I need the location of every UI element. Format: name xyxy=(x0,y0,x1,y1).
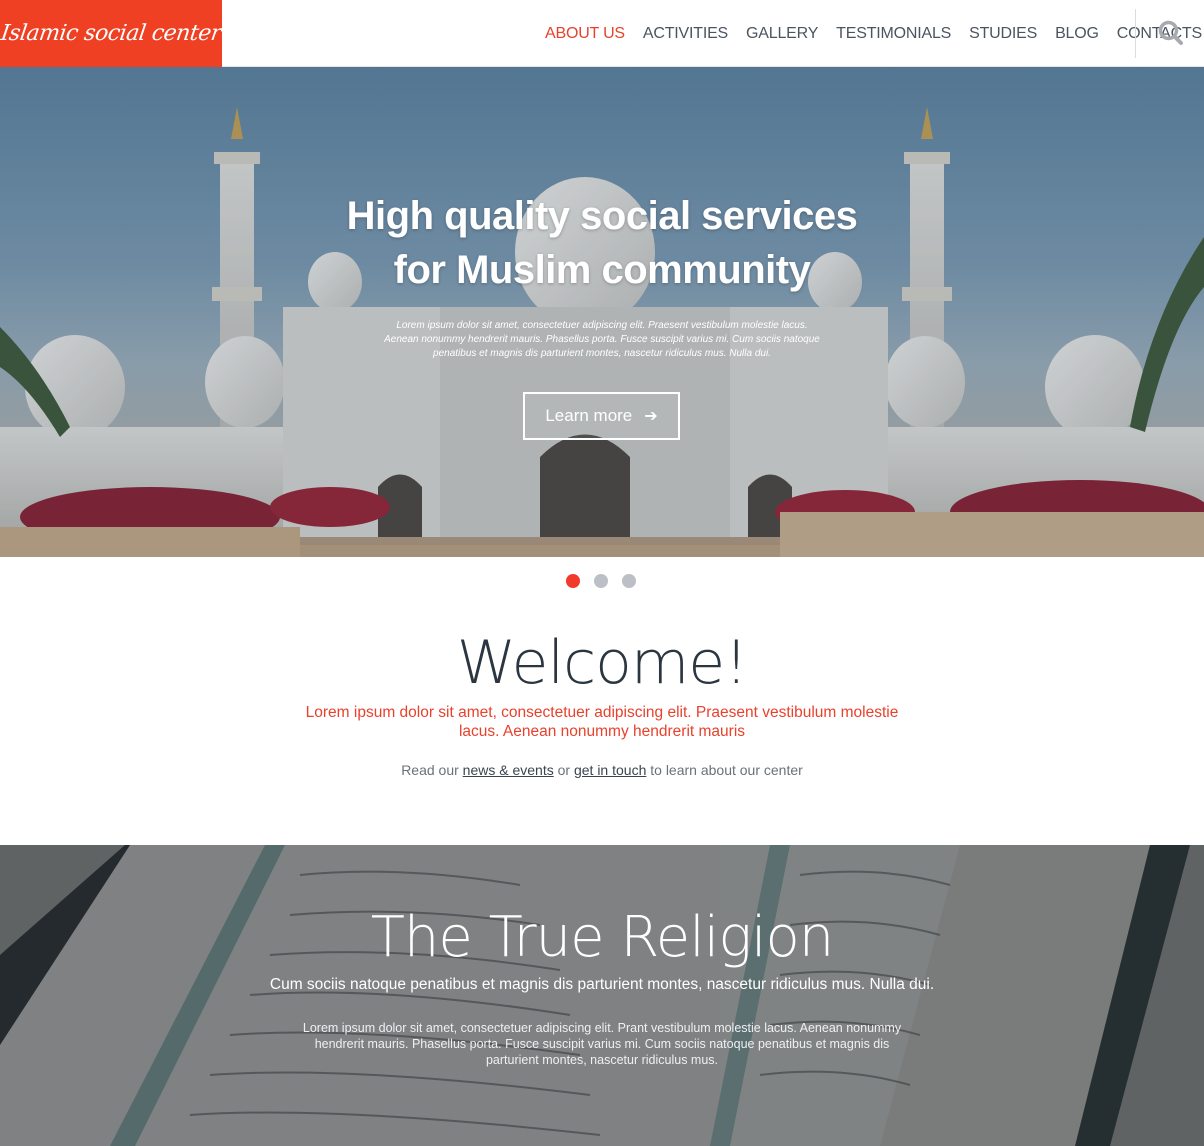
slide-dot-2[interactable] xyxy=(594,574,608,588)
welcome-lead: Lorem ipsum dolor sit amet, consectetuer… xyxy=(305,704,899,740)
welcome-note: Read our news & events or get in touch t… xyxy=(0,762,1204,778)
learn-more-button[interactable]: Learn more ➔ xyxy=(523,392,680,440)
site-header: Islamic social center ABOUT US ACTIVITIE… xyxy=(0,0,1204,67)
hero-slider: High quality social services for Muslim … xyxy=(0,67,1204,557)
note-suffix: to learn about our center xyxy=(650,762,803,778)
note-middle: or xyxy=(557,762,571,778)
true-religion-section: The True Religion Cum sociis natoque pen… xyxy=(0,845,1204,1146)
hero-description: Lorem ipsum dolor sit amet, consectetuer… xyxy=(384,320,820,359)
search-icon xyxy=(1158,20,1183,45)
hero-title: High quality social services for Muslim … xyxy=(0,189,1204,297)
search-button[interactable] xyxy=(1156,18,1186,48)
learn-more-label: Learn more xyxy=(545,406,633,425)
welcome-title: Welcome! xyxy=(456,628,749,698)
get-in-touch-link[interactable]: get in touch xyxy=(574,762,646,778)
nav-divider xyxy=(1135,9,1136,58)
religion-text: Lorem ipsum dolor sit amet, consectetuer… xyxy=(302,1021,902,1067)
arrow-right-icon: ➔ xyxy=(644,408,658,425)
nav-item-testimonials[interactable]: TESTIMONIALS xyxy=(836,25,951,43)
religion-overlay xyxy=(0,845,1204,1146)
slider-pagination xyxy=(566,574,636,588)
religion-title: The True Religion xyxy=(370,905,835,970)
note-prefix: Read our xyxy=(401,762,459,778)
religion-subtitle: Cum sociis natoque penatibus et magnis d… xyxy=(269,976,935,993)
slide-dot-3[interactable] xyxy=(622,574,636,588)
hero-title-line-1: High quality social services xyxy=(346,194,858,238)
nav-item-gallery[interactable]: GALLERY xyxy=(746,25,818,43)
slide-dot-1[interactable] xyxy=(566,574,580,588)
logo-text: Islamic social center xyxy=(0,21,223,46)
nav-item-activities[interactable]: ACTIVITIES xyxy=(643,25,728,43)
hero-title-line-2: for Muslim community xyxy=(393,248,811,292)
main-nav: ABOUT US ACTIVITIES GALLERY TESTIMONIALS… xyxy=(536,0,1204,67)
nav-item-about-us[interactable]: ABOUT US xyxy=(545,25,625,43)
hero-overlay xyxy=(0,67,1204,557)
news-events-link[interactable]: news & events xyxy=(463,762,554,778)
nav-item-studies[interactable]: STUDIES xyxy=(969,25,1037,43)
logo[interactable]: Islamic social center xyxy=(0,0,223,67)
nav-item-blog[interactable]: BLOG xyxy=(1055,25,1099,43)
